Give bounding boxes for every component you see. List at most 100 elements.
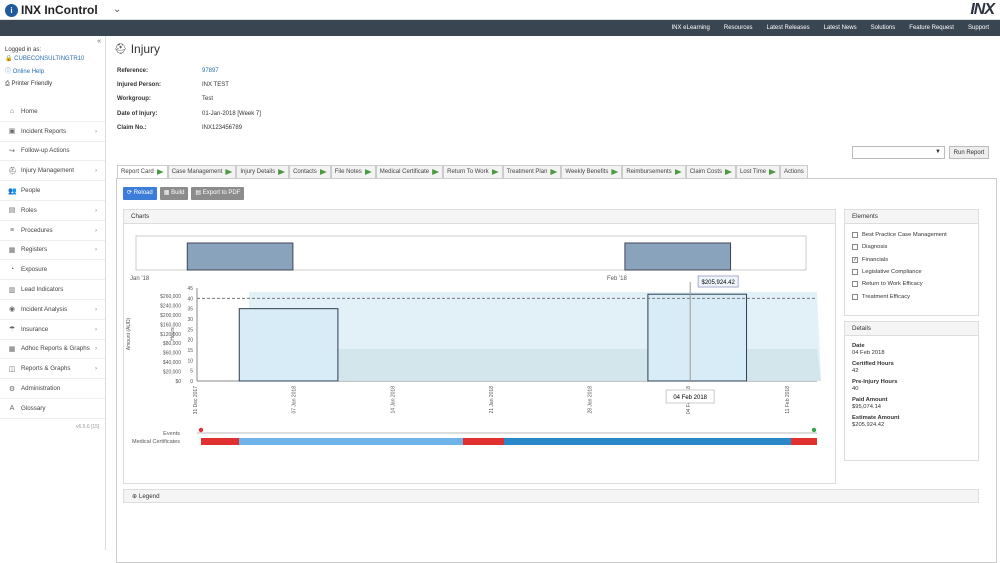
menu-item[interactable]: A Glossary bbox=[0, 399, 105, 419]
reload-button[interactable]: ⟳ Reload bbox=[123, 187, 157, 200]
checkbox[interactable] bbox=[852, 281, 858, 288]
online-help-link[interactable]: ⓘ Online Help bbox=[5, 68, 84, 77]
info-text: INX123456789 bbox=[202, 124, 243, 131]
menu-item[interactable]: ≡ Procedures › bbox=[0, 221, 105, 241]
collapse-sidebar-icon[interactable]: « bbox=[97, 38, 101, 45]
menu-item[interactable]: ☂ Insurance › bbox=[0, 320, 105, 340]
menu-item[interactable]: 👥 People bbox=[0, 181, 105, 201]
tab-contacts[interactable]: Contacts bbox=[289, 165, 331, 178]
nav-link[interactable]: Resources bbox=[717, 20, 760, 36]
chevron-right-icon: › bbox=[94, 345, 97, 353]
x-tick: 14 Jan 2018 bbox=[390, 386, 396, 414]
y-right-tick: 5 bbox=[190, 369, 193, 375]
menu-item[interactable]: ▥ Lead Indicators bbox=[0, 280, 105, 300]
tab-case-management[interactable]: Case Management bbox=[167, 165, 237, 178]
detail-value: 40 bbox=[852, 386, 859, 392]
menu-item-label: Home bbox=[21, 107, 38, 115]
logged-in-label: Logged in as: bbox=[5, 47, 42, 53]
legend-toggle[interactable]: ⊕ Legend bbox=[123, 489, 979, 503]
checkbox[interactable] bbox=[852, 232, 858, 239]
info-key: Claim No.: bbox=[117, 124, 147, 131]
menu-item[interactable]: ◫ Reports & Graphs › bbox=[0, 359, 105, 380]
nav-link[interactable]: Solutions bbox=[864, 20, 903, 36]
nav-bar: INX eLearning Resources Latest Releases Lat… bbox=[0, 20, 1000, 36]
nav-link[interactable]: Support bbox=[961, 20, 996, 36]
menu-item[interactable]: ↪ Follow-up Actions bbox=[0, 142, 105, 162]
report-chart[interactable]: Jan '18 Feb '18 $205,924.42 $0 $20,000 $40,00… bbox=[124, 224, 835, 484]
element-checkbox-row[interactable]: Diagnosis bbox=[845, 241, 978, 253]
charts-header: Charts bbox=[124, 210, 835, 224]
tab-treatment-plan[interactable]: Treatment Plan bbox=[502, 165, 562, 178]
account-name[interactable]: 🔒 CUBECONSULTINGTR10 bbox=[5, 55, 84, 64]
tab-arrow-icon bbox=[769, 169, 777, 175]
tab-medical-certificate[interactable]: Medical Certificate bbox=[375, 165, 444, 178]
menu-item[interactable]: ⚙ Administration bbox=[0, 379, 105, 399]
tab-label: Lost Time bbox=[740, 169, 767, 175]
run-report-button[interactable]: Run Report bbox=[949, 146, 989, 159]
tab-file-notes[interactable]: File Notes bbox=[330, 165, 376, 178]
y-left-tick: $80,000 bbox=[163, 341, 181, 347]
detail-value: 42 bbox=[852, 368, 859, 374]
menu-item[interactable]: ⛑ Injury Management › bbox=[0, 161, 105, 182]
tab-report-card[interactable]: Report Card bbox=[117, 165, 168, 178]
report-select[interactable]: ▼ bbox=[852, 146, 945, 159]
chevron-down-icon[interactable]: ⌄ bbox=[113, 4, 121, 15]
menu-item[interactable]: ▦ Adhoc Reports & Graphs › bbox=[0, 340, 105, 360]
tab-label: Return To Work bbox=[447, 169, 489, 175]
event-marker-icon bbox=[811, 427, 817, 433]
tab-label: Contacts bbox=[293, 169, 317, 175]
app-logo[interactable]: i INX InControl bbox=[5, 3, 98, 17]
menu-item-label: Exposure bbox=[21, 266, 48, 274]
element-checkbox-row[interactable]: Best Practice Case Management bbox=[845, 229, 978, 241]
chevron-right-icon: › bbox=[94, 246, 97, 254]
tab-lost-time[interactable]: Lost Time bbox=[736, 165, 781, 178]
menu-item[interactable]: ⌂ Home bbox=[0, 102, 105, 122]
graph-icon: ◫ bbox=[8, 365, 16, 373]
menu-item[interactable]: ◉ Incident Analysis › bbox=[0, 300, 105, 320]
plus-icon: ⊕ bbox=[132, 493, 138, 500]
tab-claim-costs[interactable]: Claim Costs bbox=[685, 165, 737, 178]
certificate-segment bbox=[504, 438, 791, 445]
tab-actions[interactable]: Actions bbox=[780, 165, 808, 178]
hours-bar bbox=[238, 308, 339, 382]
menu-item[interactable]: ▤ Roles › bbox=[0, 201, 105, 221]
nav-link[interactable]: Latest News bbox=[817, 20, 864, 36]
tab-arrow-icon bbox=[225, 169, 233, 175]
checkbox[interactable] bbox=[852, 293, 858, 300]
export-pdf-button[interactable]: ▤ Export to PDF bbox=[191, 187, 245, 200]
nav-link[interactable]: INX eLearning bbox=[665, 20, 717, 36]
element-checkbox-row[interactable]: Treatment Efficacy bbox=[845, 290, 978, 302]
elements-panel: Elements Best Practice Case Management Di… bbox=[844, 209, 979, 316]
y-right-tick: 0 bbox=[190, 379, 193, 385]
element-checkbox-row[interactable]: Legislative Compliance bbox=[845, 266, 978, 278]
app-name: INX InControl bbox=[21, 3, 98, 17]
tab-weekly-benefits[interactable]: Weekly Benefits bbox=[561, 165, 623, 178]
menu-item[interactable]: ▦ Registers › bbox=[0, 241, 105, 261]
tab-arrow-icon bbox=[432, 169, 440, 175]
checkbox[interactable] bbox=[852, 269, 858, 276]
checkbox[interactable]: ✓ bbox=[852, 256, 858, 263]
y-right-tick: 15 bbox=[187, 348, 193, 354]
report-icon: ▦ bbox=[8, 345, 16, 353]
menu-item[interactable]: ▣ Incident Reports › bbox=[0, 122, 105, 142]
date-tooltip: 04 Feb 2018 bbox=[673, 395, 707, 401]
element-checkbox-row[interactable]: ✓ Financials bbox=[845, 254, 978, 266]
build-button[interactable]: ▦ Build bbox=[159, 187, 189, 200]
element-label: Diagnosis bbox=[862, 244, 888, 251]
menu-item[interactable]: ◔ Exposure bbox=[0, 260, 105, 281]
info-row: Date of Injury: 01-Jan-2018 [Week 7] bbox=[117, 107, 261, 121]
reference-link[interactable]: 97897 bbox=[202, 68, 219, 74]
tab-return-to-work[interactable]: Return To Work bbox=[443, 165, 503, 178]
printer-friendly-link[interactable]: ⎙ Printer Friendly bbox=[5, 80, 84, 89]
nav-link[interactable]: Latest Releases bbox=[760, 20, 817, 36]
tab-reimbursements[interactable]: Reimbursements bbox=[622, 165, 686, 178]
menu-item-label: Injury Management bbox=[21, 167, 74, 175]
tab-injury-details[interactable]: Injury Details bbox=[236, 165, 290, 178]
element-checkbox-row[interactable]: Return to Work Efficacy bbox=[845, 278, 978, 290]
navigator-label: Jan '18 bbox=[130, 276, 150, 282]
tab-label: Treatment Plan bbox=[506, 169, 548, 175]
checkbox[interactable] bbox=[852, 244, 858, 251]
nav-link[interactable]: Feature Request bbox=[902, 20, 961, 36]
details-header: Details bbox=[845, 322, 978, 336]
chevron-down-icon: ▼ bbox=[935, 149, 941, 155]
